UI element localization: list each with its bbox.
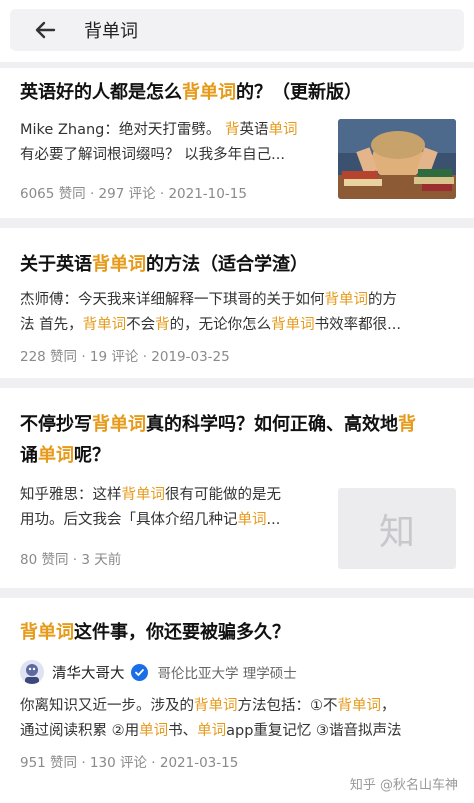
author-row[interactable]: 清华大哥大 哥伦比亚大学 理学硕士 [20,660,297,684]
search-query[interactable]: 背单词 [84,17,138,43]
watermark: 知乎 @秋名山车神 [349,778,458,793]
result-card-3[interactable]: 不停抄写背单词真的科学吗？如何正确、高效地背 诵单词呢？ 知乎雅思：这样背单词很… [0,388,474,588]
result-excerpt-line: 通过阅读积累 ②用单词书、单词app重复记忆 ③谐音拟声法 [20,723,402,739]
result-excerpt-line: 你离知识又近一步。涉及的背单词方法包括：①不背单词， [20,698,396,714]
result-card-4[interactable]: 背单词这件事，你还要被骗多久？ 清华大哥大 哥伦比亚大学 理学硕士 你离知识又近… [0,598,474,803]
result-excerpt-line: 杰师傅：今天我来详细解释一下琪哥的关于如何背单词的方 [20,292,397,308]
result-title[interactable]: 不停抄写背单词真的科学吗？如何正确、高效地背 [20,409,456,440]
avatar[interactable] [20,660,44,684]
back-arrow-icon[interactable] [34,19,56,41]
result-title[interactable]: 诵单词呢？ [20,440,456,471]
zhihu-logo-text: 知 [378,511,415,553]
top-bar: 背单词 [0,0,474,62]
result-meta: 951 赞同 · 130 评论 · 2021-03-15 [20,755,239,771]
result-excerpt-line: 法 首先，背单词不会背的，无论你怎么背单词书效率都很... [20,317,401,333]
result-title[interactable]: 关于英语背单词的方法（适合学渣） [20,249,456,280]
result-meta: 228 赞同 · 19 评论 · 2019-03-25 [20,349,230,365]
search-box[interactable]: 背单词 [10,9,464,51]
verified-badge-icon [130,663,148,681]
result-excerpt-line: 用功。后文我会「具体介绍几种记单词... [20,512,281,528]
author-name[interactable]: 清华大哥大 [52,662,125,683]
result-title[interactable]: 背单词这件事，你还要被骗多久？ [20,617,456,648]
result-thumbnail-placeholder[interactable]: 知 [338,488,456,569]
result-meta: 80 赞同 · 3 天前 [20,552,122,568]
result-thumbnail[interactable] [338,119,456,199]
result-excerpt-line: 知乎雅思：这样背单词很有可能做的是无 [20,487,281,503]
result-meta: 6065 赞同 · 297 评论 · 2021-10-15 [20,186,247,202]
author-description: 哥伦比亚大学 理学硕士 [157,666,297,682]
result-excerpt-line: Mike Zhang：绝对天打雷劈。 背英语单词 [20,122,298,138]
result-card-1[interactable]: 英语好的人都是怎么背单词的？（更新版） Mike Zhang：绝对天打雷劈。 背… [0,68,474,218]
result-excerpt-line: 有必要了解词根词缀吗？ 以我多年自己... [20,147,285,163]
result-card-2[interactable]: 关于英语背单词的方法（适合学渣） 杰师傅：今天我来详细解释一下琪哥的关于如何背单… [0,228,474,378]
result-title[interactable]: 英语好的人都是怎么背单词的？（更新版） [20,77,456,108]
